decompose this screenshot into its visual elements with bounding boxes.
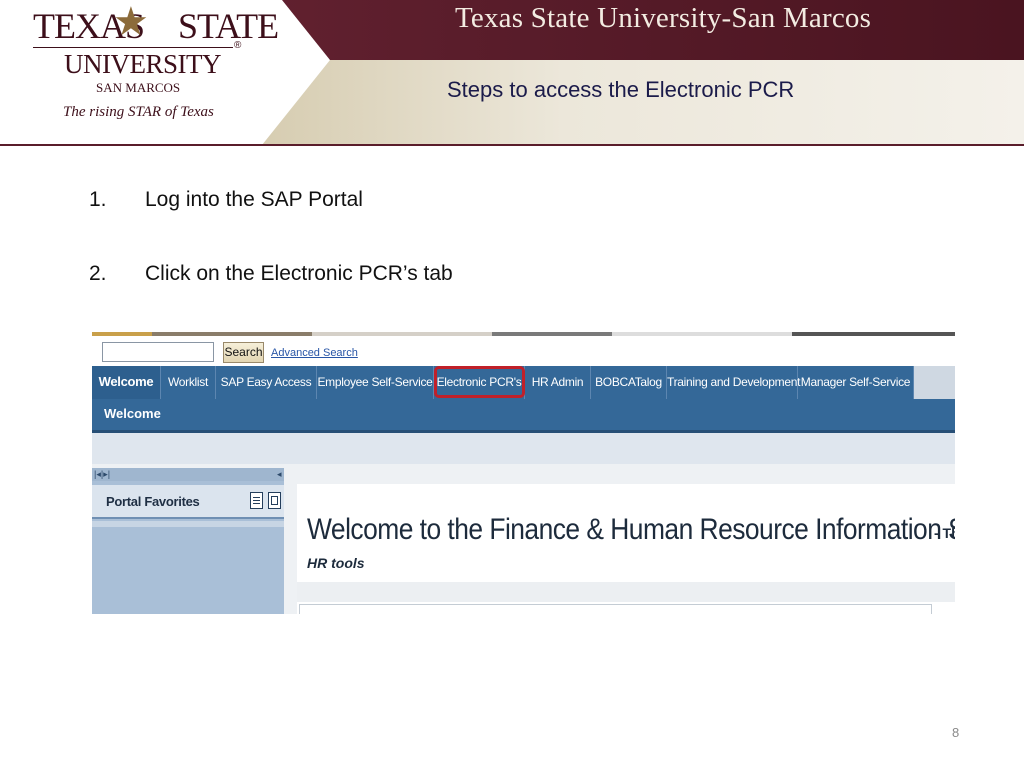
- logo-rule: [33, 47, 233, 48]
- list-icon[interactable]: [250, 492, 263, 509]
- step-item: 1. Log into the SAP Portal: [89, 188, 363, 212]
- logo-san-marcos: SAN MARCOS: [96, 80, 181, 95]
- subnav-welcome[interactable]: Welcome: [104, 406, 161, 421]
- hr-tools-label: HR tools: [307, 555, 365, 571]
- content-box: [299, 604, 932, 614]
- step-number: 1.: [89, 188, 107, 211]
- advanced-search-link[interactable]: Advanced Search: [271, 347, 358, 359]
- tab-worklist[interactable]: Worklist: [161, 366, 216, 399]
- header-divider: [0, 144, 1024, 146]
- collapse-arrows-icon[interactable]: |◂|▸|: [94, 468, 110, 481]
- tab-manager-self-service[interactable]: Manager Self-Service: [798, 366, 914, 399]
- slide-header: TEXAS STATE ★ ® UNIVERSITY SAN MARCOS The…: [0, 0, 1024, 146]
- banner-title: Texas State University-San Marcos: [455, 2, 872, 34]
- tab-bobcatalog[interactable]: BOBCATalog: [591, 366, 667, 399]
- page-number: 8: [952, 725, 960, 740]
- search-input[interactable]: [102, 342, 214, 362]
- slide-title: Steps to access the Electronic PCR: [447, 77, 795, 102]
- logo-tagline: The rising STAR of Texas: [63, 104, 214, 120]
- logo-registered-mark: ®: [234, 40, 242, 51]
- breadcrumb-band: [92, 433, 955, 464]
- university-logo: TEXAS STATE ★ ® UNIVERSITY SAN MARCOS The…: [0, 0, 279, 144]
- step-text: Click on the Electronic PCR’s tab: [145, 262, 453, 285]
- star-icon: ★: [113, 0, 149, 44]
- content-band: [297, 582, 955, 602]
- portal-favorites-label: Portal Favorites: [106, 494, 200, 509]
- portal-favorites-header[interactable]: Portal Favorites: [92, 485, 284, 519]
- chevron-left-icon[interactable]: ◂: [277, 468, 282, 481]
- tab-welcome[interactable]: Welcome: [92, 366, 161, 399]
- logo-state: STATE: [178, 6, 279, 46]
- favorites-divider: [92, 521, 284, 527]
- search-bar: Search Advanced Search: [92, 336, 955, 366]
- welcome-heading: Welcome to the Finance & Human Resource …: [307, 513, 955, 546]
- step-text: Log into the SAP Portal: [145, 188, 363, 211]
- electronic-pcr-highlight: [434, 366, 525, 398]
- second-level-nav: Welcome: [92, 399, 955, 433]
- step-item: 2. Click on the Electronic PCR’s tab: [89, 262, 453, 286]
- step-number: 2.: [89, 262, 107, 285]
- welcome-heading-tail: - Th: [934, 525, 955, 541]
- sap-portal-screenshot: Search Advanced Search Welcome Worklist …: [92, 332, 955, 614]
- tab-bar-filler: [914, 366, 955, 399]
- search-button[interactable]: Search: [223, 342, 264, 363]
- tab-employee-self-service[interactable]: Employee Self-Service: [317, 366, 434, 399]
- tab-sap-easy-access[interactable]: SAP Easy Access: [216, 366, 317, 399]
- window-icon[interactable]: [268, 492, 281, 509]
- tab-training-and-development[interactable]: Training and Development: [667, 366, 800, 399]
- navigation-panel-toolbar: |◂|▸| ◂: [92, 468, 284, 481]
- tab-hr-admin[interactable]: HR Admin: [525, 366, 591, 399]
- logo-university: UNIVERSITY: [64, 49, 222, 79]
